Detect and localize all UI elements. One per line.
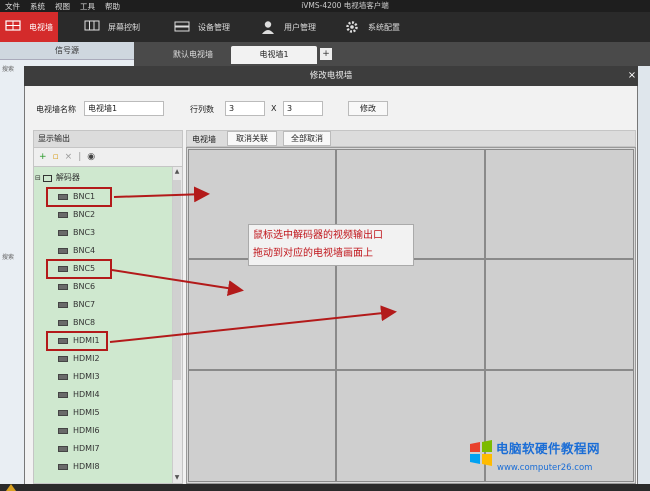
warning-icon[interactable] <box>6 484 16 491</box>
arrow-bnc1 <box>113 186 210 203</box>
status-bar <box>0 484 650 491</box>
annotation-arrows <box>109 186 397 343</box>
watermark-url: www.computer26.com <box>497 463 593 473</box>
watermark-title: 电脑软硬件教程网 <box>496 441 601 456</box>
arrow-hdmi1 <box>109 305 397 343</box>
arrow-bnc5 <box>111 269 244 297</box>
watermark-logo-icon <box>470 440 492 466</box>
